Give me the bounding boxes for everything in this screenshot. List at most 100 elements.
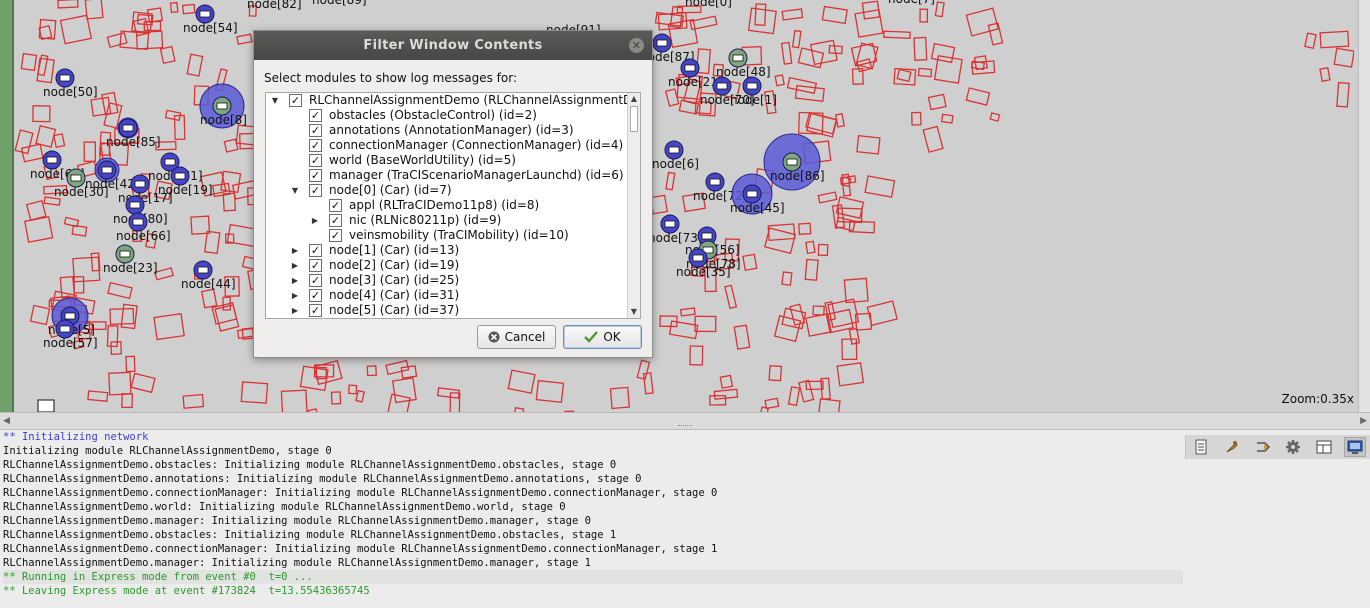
cancel-button[interactable]: Cancel <box>477 325 556 349</box>
node-label: node[54] <box>183 21 238 35</box>
building-outline <box>866 300 898 327</box>
module-checkbox[interactable]: ✓ <box>309 109 322 122</box>
log-line: ** Initializing network <box>3 431 149 443</box>
module-checkbox[interactable]: ✓ <box>309 304 322 317</box>
expand-arrow-icon[interactable]: ▶ <box>290 243 300 258</box>
module-checkbox[interactable]: ✓ <box>329 214 342 227</box>
tree-row[interactable]: ▼ ✓ RLChannelAssignmentDemo (RLChannelAssi… <box>266 93 640 108</box>
map-node[interactable]: node[8] <box>199 83 247 129</box>
map-node[interactable]: node[50] <box>43 68 98 99</box>
building-outline <box>805 240 816 255</box>
building-outline <box>25 199 47 221</box>
map-node[interactable]: node[1] <box>730 76 777 107</box>
layout-icon[interactable] <box>1313 437 1335 457</box>
tree-row[interactable]: ✓ manager (TraCIScenarioManagerLaunchd) (… <box>266 168 628 183</box>
building-outline <box>507 369 536 394</box>
building-outline <box>1336 81 1350 108</box>
module-tree-rows: ▼ ✓ RLChannelAssignmentDemo (RLChannelAssi… <box>266 93 640 318</box>
scroll-down-icon[interactable]: ▼ <box>628 306 640 318</box>
tree-row[interactable]: ▶ ✓ node[1] (Car) (id=13) <box>266 243 628 258</box>
scroll-right-icon[interactable]: ▶ <box>1360 416 1367 426</box>
splitter-grip[interactable] <box>678 425 692 427</box>
module-checkbox[interactable]: ✓ <box>309 124 322 137</box>
expand-arrow-icon[interactable]: ▶ <box>290 273 300 288</box>
tree-row[interactable]: ✓ connectionManager (ConnectionManager) (… <box>266 138 628 153</box>
car-icon <box>37 399 55 412</box>
close-icon[interactable]: ✕ <box>629 38 644 53</box>
building-outline <box>836 362 865 387</box>
module-checkbox[interactable]: ✓ <box>309 289 322 302</box>
module-tree[interactable]: ▼ ✓ RLChannelAssignmentDemo (RLChannelAssi… <box>265 92 641 319</box>
tree-row[interactable]: ✓ veinsmobility (TraCIMobility) (id=10) <box>266 228 628 243</box>
module-checkbox[interactable]: ✓ <box>309 139 322 152</box>
module-checkbox[interactable]: ✓ <box>329 229 342 242</box>
expand-arrow-icon[interactable]: ▶ <box>290 303 300 318</box>
building-outline <box>107 281 133 300</box>
dialog-title: Filter Window Contents <box>363 38 543 53</box>
map-node[interactable]: node[6] <box>652 140 699 171</box>
building-outline <box>791 29 802 49</box>
module-checkbox[interactable]: ✓ <box>329 199 342 212</box>
scroll-up-icon[interactable]: ▲ <box>628 93 640 105</box>
module-checkbox[interactable]: ✓ <box>309 154 322 167</box>
building-outline <box>864 175 896 198</box>
node-label: node[50] <box>43 85 98 99</box>
map-node[interactable]: node[44] <box>181 260 236 291</box>
tree-row[interactable]: ▶ ✓ node[4] (Car) (id=31) <box>266 288 628 303</box>
building-outline <box>665 171 676 191</box>
module-checkbox[interactable]: ✓ <box>289 94 302 107</box>
tree-row[interactable]: ▶ ✓ nic (RLNic80211p) (id=9) <box>266 213 628 228</box>
map-node[interactable]: node[54] <box>183 4 238 35</box>
map-node[interactable]: node[48] <box>716 48 771 79</box>
building-outline <box>203 230 221 255</box>
building-outline <box>812 305 825 316</box>
tree-row[interactable]: ▶ ✓ node[3] (Car) (id=25) <box>266 273 628 288</box>
module-checkbox[interactable]: ✓ <box>309 244 322 257</box>
network-canvas[interactable]: node[54] node[50] node[8] node[85] node[68] n… <box>0 0 1370 412</box>
pane-splitter[interactable]: ◀ ▶ <box>0 412 1370 430</box>
log-pane[interactable]: ** Initializing network Initializing modu… <box>0 430 1370 608</box>
building-outline <box>911 111 922 126</box>
tree-row[interactable]: ✓ obstacles (ObstacleControl) (id=2) <box>266 108 628 123</box>
building-outline <box>280 389 308 412</box>
node-label-fragment: node[7] <box>888 0 935 6</box>
expand-arrow-icon[interactable]: ▶ <box>290 258 300 273</box>
building-outline <box>182 393 205 409</box>
screen-icon[interactable] <box>1343 437 1366 457</box>
module-checkbox[interactable]: ✓ <box>309 184 322 197</box>
tree-row[interactable]: ✓ world (BaseWorldUtility) (id=5) <box>266 153 628 168</box>
step-icon[interactable] <box>1252 437 1274 457</box>
map-node[interactable]: node[23] <box>103 244 158 275</box>
tree-row[interactable]: ▶ ✓ node[5] (Car) (id=37) <box>266 303 628 318</box>
scroll-thumb[interactable] <box>630 106 638 132</box>
collapse-arrow-icon[interactable]: ▼ <box>290 183 300 198</box>
tree-row[interactable]: ✓ annotations (AnnotationManager) (id=3) <box>266 123 628 138</box>
tree-row[interactable]: ▶ ✓ node[2] (Car) (id=19) <box>266 258 628 273</box>
ok-button[interactable]: OK <box>563 325 642 349</box>
check-icon <box>584 331 599 343</box>
building-outline <box>773 315 802 343</box>
building-outline <box>186 53 204 77</box>
tree-row[interactable]: ▼ ✓ node[0] (Car) (id=7) <box>266 183 628 198</box>
dialog-titlebar[interactable]: Filter Window Contents ✕ <box>254 31 652 60</box>
gear-icon[interactable] <box>1282 437 1304 457</box>
module-checkbox[interactable]: ✓ <box>309 169 322 182</box>
module-checkbox[interactable]: ✓ <box>309 259 322 272</box>
tree-row[interactable]: ✓ appl (RLTraCIDemo11p8) (id=8) <box>266 198 628 213</box>
map-node[interactable]: node[73] <box>648 214 703 245</box>
canvas-vertical-scrollbar[interactable] <box>1358 0 1370 412</box>
module-checkbox[interactable]: ✓ <box>309 274 322 287</box>
expand-arrow-icon[interactable]: ▶ <box>290 288 300 303</box>
building-outline <box>747 7 777 35</box>
node-label-fragment: node[0] <box>685 0 732 9</box>
expand-arrow-icon[interactable]: ▶ <box>310 213 320 228</box>
tree-vertical-scrollbar[interactable]: ▲ ▼ <box>627 93 640 318</box>
building-outline <box>83 141 97 162</box>
scroll-left-icon[interactable]: ◀ <box>3 416 10 426</box>
building-outline <box>787 386 801 407</box>
document-icon[interactable] <box>1190 437 1212 457</box>
map-node[interactable]: node[85] <box>106 117 161 149</box>
collapse-arrow-icon[interactable]: ▼ <box>270 93 280 108</box>
find-icon[interactable] <box>1221 437 1243 457</box>
